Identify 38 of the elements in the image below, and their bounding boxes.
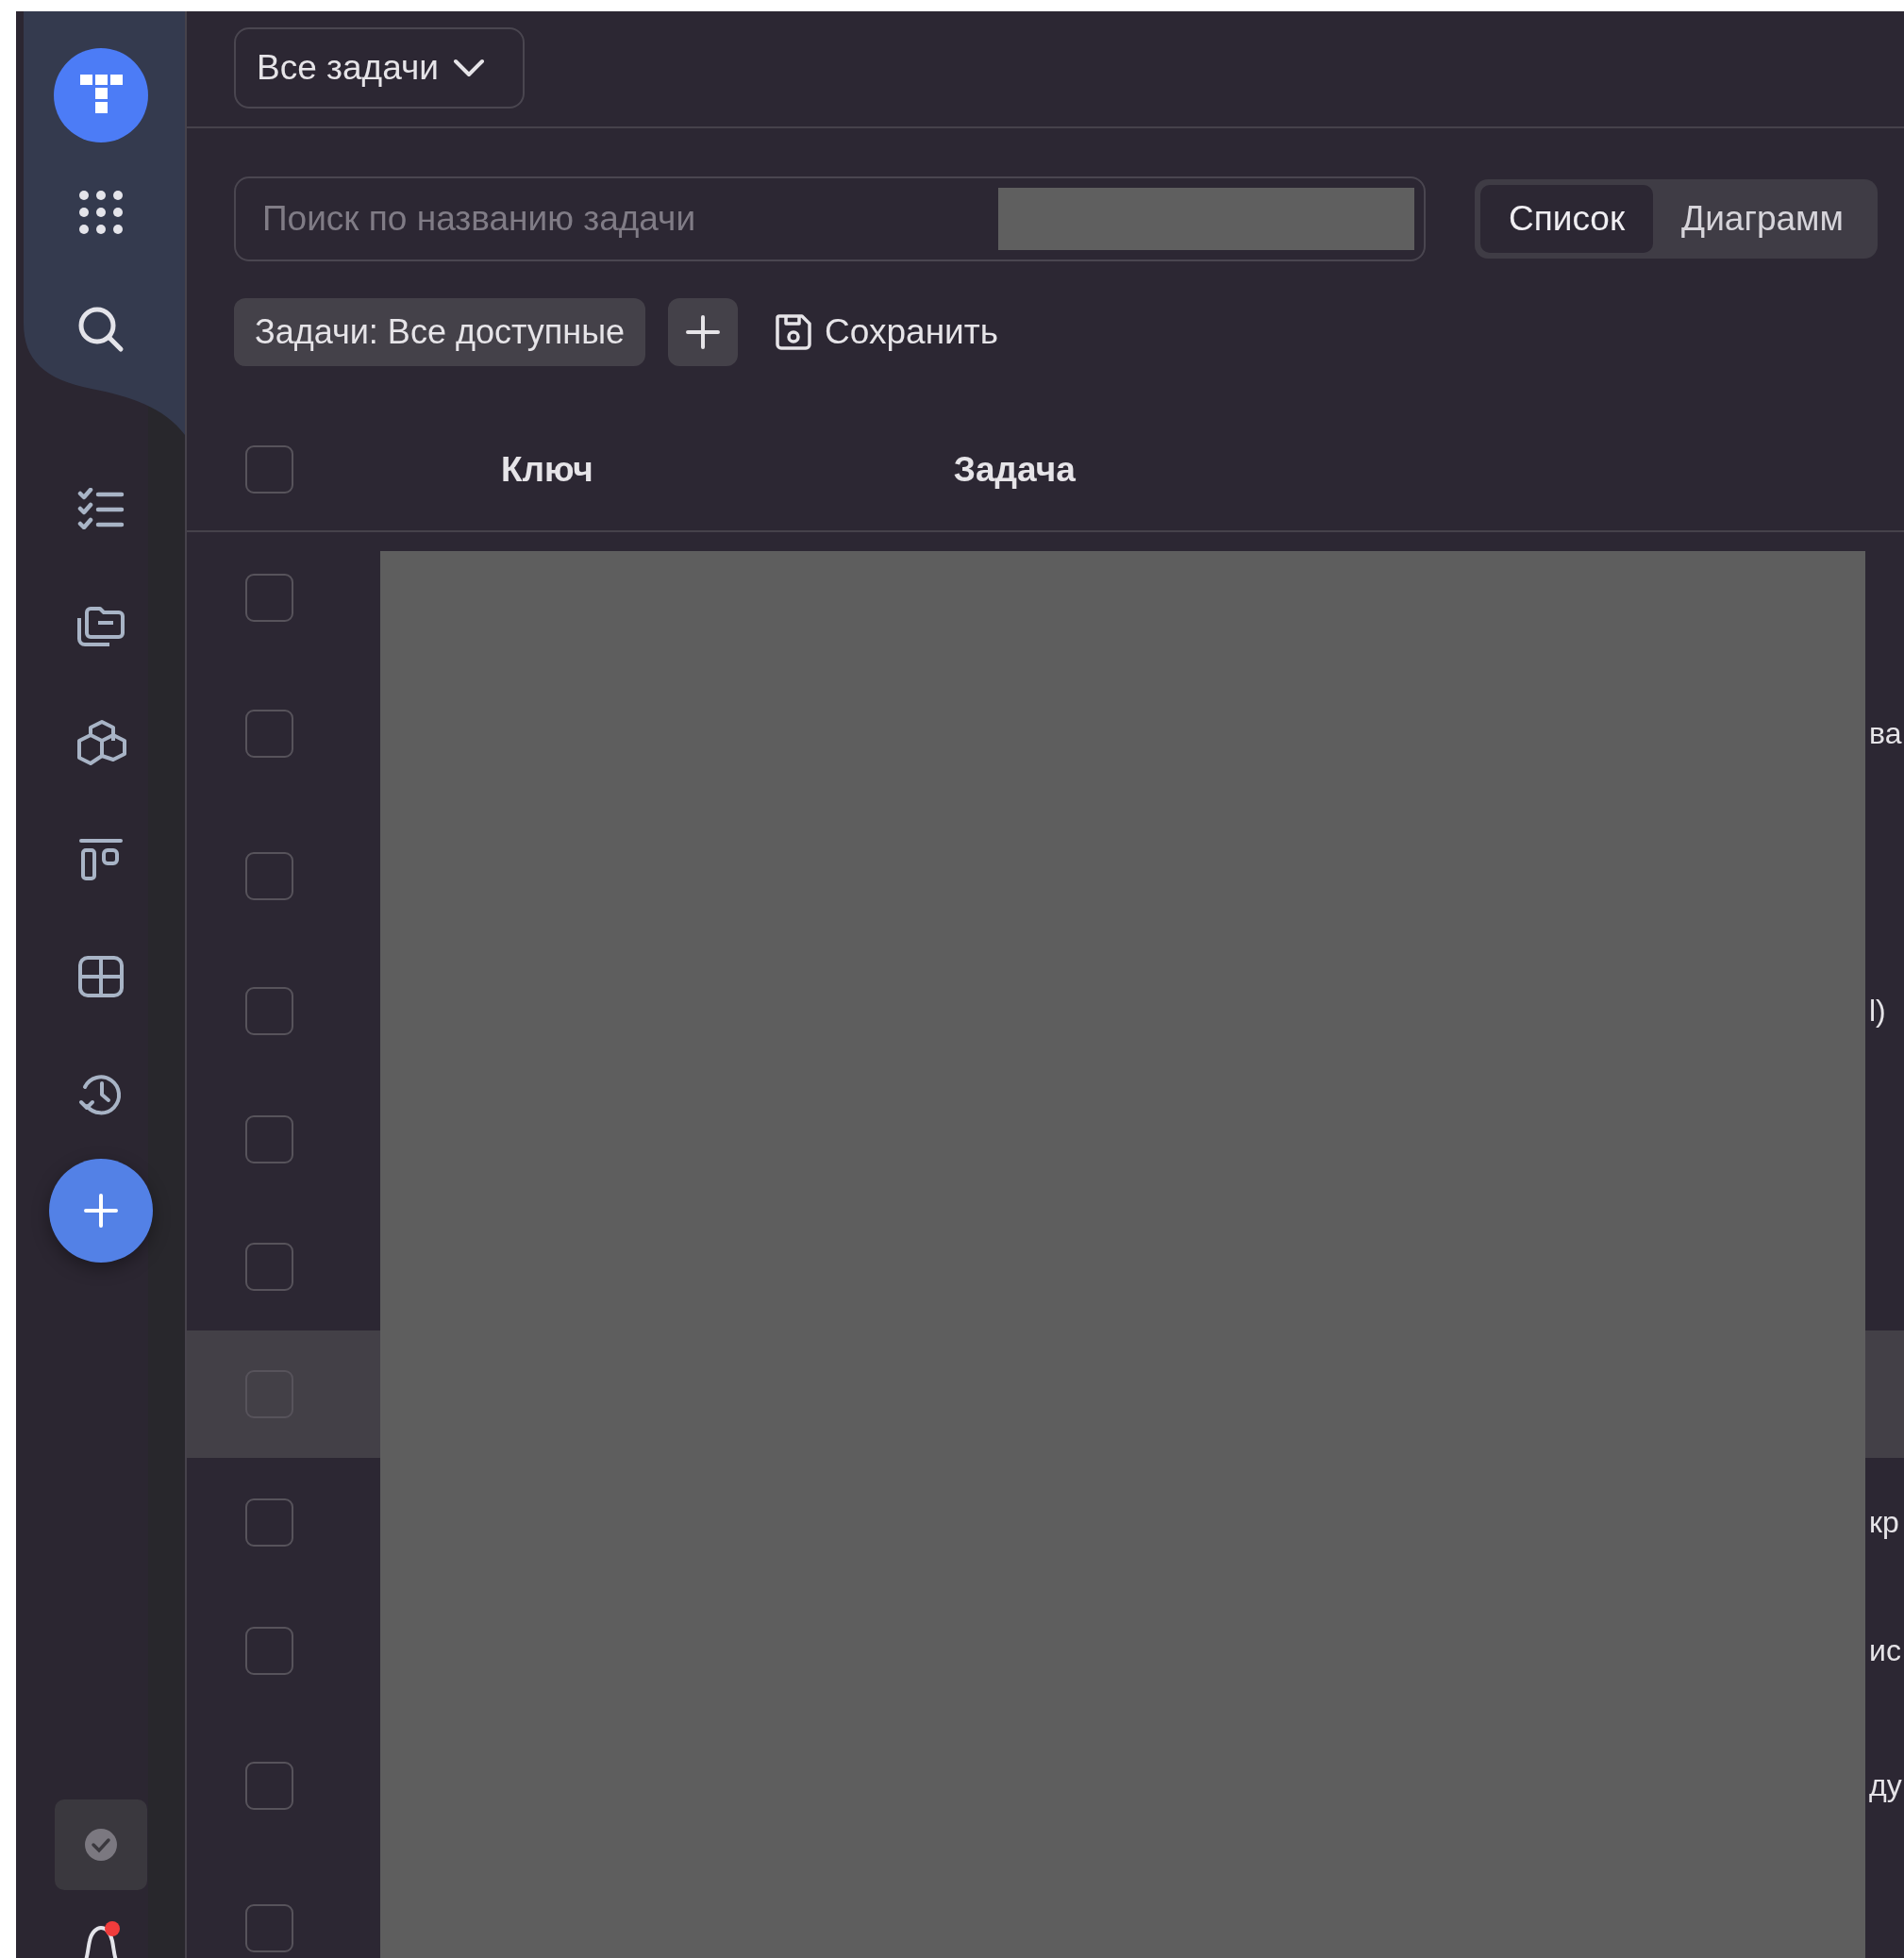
row-checkbox[interactable] — [245, 1114, 293, 1163]
row-checkbox[interactable] — [245, 710, 293, 758]
select-all-checkbox[interactable] — [245, 445, 293, 494]
row-checkbox[interactable] — [245, 987, 293, 1035]
table-cell: кр — [1869, 1504, 1899, 1540]
status-button[interactable] — [54, 1799, 147, 1890]
row-checkbox[interactable] — [245, 573, 293, 622]
table-cell: ду — [1869, 1768, 1902, 1803]
filter-chip[interactable]: Задачи: Все доступные — [234, 298, 646, 366]
view-dropdown[interactable]: Все задачи — [234, 27, 525, 109]
table-cell: l) — [1869, 994, 1886, 1029]
table-cell: ис — [1869, 1632, 1901, 1668]
plus-icon — [684, 313, 723, 351]
row-checkbox[interactable] — [245, 1904, 293, 1952]
row-checkbox[interactable] — [245, 1762, 293, 1810]
search-field[interactable]: Поиск по названию задачи — [234, 176, 1426, 261]
checklist-icon[interactable] — [76, 488, 125, 529]
cubes-icon[interactable] — [75, 718, 126, 767]
row-checkbox[interactable] — [245, 1498, 293, 1547]
add-filter-button[interactable] — [668, 298, 739, 366]
apps-grid-icon[interactable] — [77, 190, 124, 235]
row-checkbox[interactable] — [245, 852, 293, 900]
save-button[interactable]: Сохранить — [774, 312, 998, 352]
check-icon — [83, 1828, 118, 1862]
column-header[interactable]: Задача — [953, 445, 1076, 494]
search-input[interactable]: Поиск по названию задачи — [260, 198, 998, 240]
column-header[interactable]: Ключ — [501, 445, 593, 494]
view-tab[interactable]: Диаграмм — [1653, 185, 1872, 253]
logo-icon[interactable] — [53, 48, 148, 142]
table-icon[interactable] — [76, 955, 125, 998]
chevron-down-icon — [451, 58, 486, 78]
board-icon[interactable] — [77, 837, 124, 882]
row-checkbox[interactable] — [245, 1626, 293, 1675]
table-cell: ва — [1869, 716, 1902, 751]
row-checkbox[interactable] — [245, 1243, 293, 1291]
plus-icon — [81, 1192, 120, 1230]
view-tab[interactable]: Список — [1480, 185, 1654, 253]
search-icon[interactable] — [76, 306, 125, 353]
